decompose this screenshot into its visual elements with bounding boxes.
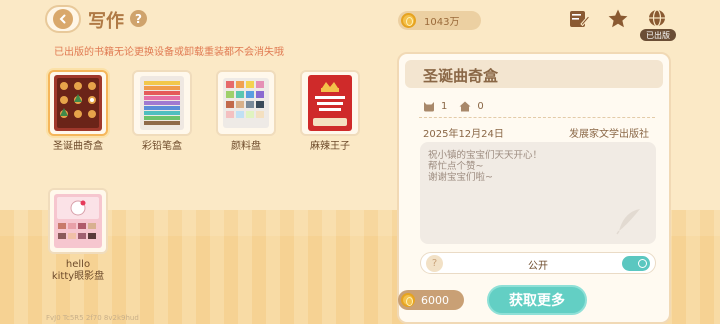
stat-a-value: 1 — [441, 101, 448, 112]
book-cover — [48, 188, 108, 254]
page-title: 写作 — [88, 11, 124, 32]
house-icon — [459, 101, 471, 112]
back-arrow-icon — [53, 9, 73, 29]
panel-book-title: 圣诞曲奇盒 — [423, 67, 499, 85]
feather-pen-icon — [616, 209, 640, 235]
book-cover — [48, 70, 108, 136]
public-toggle[interactable] — [622, 256, 650, 271]
book-label: 麻辣王子 — [310, 141, 350, 152]
description-line: 祝小镇的宝宝们天天开心！ — [428, 150, 543, 161]
book-item-paint-palette[interactable]: 颜料盘 — [214, 70, 278, 153]
book-cover — [216, 70, 276, 136]
description-box[interactable]: 祝小镇的宝宝们天天开心！ 帮忙点个赞~ 谢谢宝宝们啦~ — [420, 142, 656, 244]
coin-icon — [401, 293, 415, 307]
book-label: 彩铅笔盒 — [142, 141, 182, 152]
book-detail-panel: 圣诞曲奇盒 1 0 2025年12月24日 发展家文学出版社 祝小镇的宝宝们天天… — [397, 52, 671, 324]
spicy-prince-image — [308, 75, 352, 131]
publisher-name: 发展家文学出版社 — [569, 129, 649, 140]
book-item-colored-pencil-box[interactable]: 彩铅笔盒 — [130, 70, 194, 153]
book-cover — [300, 70, 360, 136]
coin-balance: 1043万 — [398, 11, 481, 30]
pencil-box-image — [140, 76, 184, 130]
publish-date: 2025年12月24日 — [423, 129, 504, 140]
book-label: 颜料盘 — [231, 141, 261, 152]
cat-icon — [424, 102, 434, 112]
book-item-christmas-cookie-box[interactable]: 圣诞曲奇盒 — [46, 70, 110, 153]
description-line: 谢谢宝宝们啦~ — [428, 172, 493, 183]
price-value: 6000 — [421, 293, 449, 307]
back-button[interactable] — [45, 5, 81, 33]
cookie-box-image — [54, 75, 102, 131]
coin-icon — [401, 13, 416, 28]
book-label: hello kitty眼影盘 — [51, 259, 105, 282]
price-display: 6000 — [398, 290, 464, 310]
stat-b-value: 0 — [477, 101, 484, 112]
book-label: 圣诞曲奇盒 — [53, 141, 103, 152]
get-more-button[interactable]: 获取更多 — [487, 285, 587, 315]
eyeshadow-palette-image — [54, 194, 102, 248]
coin-balance-value: 1043万 — [424, 17, 460, 28]
book-stats: 1 0 — [423, 101, 484, 112]
edit-notebook-icon[interactable] — [568, 8, 590, 30]
toggle-knob — [638, 259, 647, 268]
help-icon[interactable]: ? — [130, 10, 147, 27]
public-setting-row: ? 公开 — [420, 252, 656, 274]
notice-text: 已出版的书籍无论更换设备或卸载重装都不会消失哦 — [54, 47, 284, 58]
published-tag[interactable]: 已出版 — [640, 29, 676, 41]
paint-palette-image — [223, 78, 269, 128]
star-icon[interactable] — [607, 8, 629, 30]
divider — [419, 117, 655, 118]
globe-icon[interactable] — [646, 8, 668, 30]
book-item-spicy-prince[interactable]: 麻辣王子 — [298, 70, 362, 153]
book-item-hello-kitty-eyeshadow[interactable]: hello kitty眼影盘 — [46, 188, 110, 283]
description-line: 帮忙点个赞~ — [428, 161, 484, 172]
footer-id-text: FvJ0 Tc5R5 2f70 8v2k9hud — [46, 314, 139, 322]
book-cover — [132, 70, 192, 136]
public-label: 公开 — [528, 261, 548, 272]
